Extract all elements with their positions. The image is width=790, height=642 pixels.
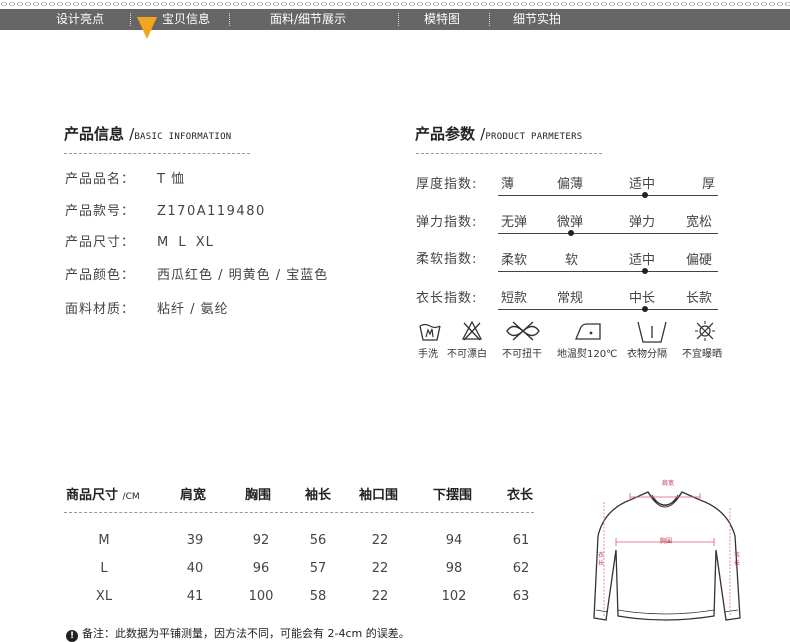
param-option: 无弹 bbox=[501, 215, 528, 230]
param-option: 软 bbox=[565, 253, 579, 268]
care-label: 不可扭干 bbox=[502, 349, 542, 360]
table-cell: 22 bbox=[371, 589, 389, 604]
table-cell: 102 bbox=[441, 589, 467, 604]
param-option: 中长 bbox=[629, 291, 656, 306]
size-table-header-hem: 下摆围 bbox=[433, 488, 473, 503]
care-label: 地温熨120℃ bbox=[557, 349, 618, 360]
size-note: ! 备注：此数据为平铺测量，因方法不同，可能会有 2-4cm 的误差。 bbox=[66, 625, 410, 642]
param-option: 常规 bbox=[557, 291, 584, 306]
info-row-material: 面料材质： 粘纤 / 氨纶 bbox=[65, 302, 229, 317]
divider bbox=[64, 153, 250, 154]
table-cell: 61 bbox=[512, 533, 530, 548]
param-option: 微弹 bbox=[557, 215, 584, 230]
size-table-header-size: 商品尺寸 /CM bbox=[66, 488, 140, 503]
param-option: 适中 bbox=[629, 253, 656, 268]
table-cell: 100 bbox=[248, 589, 274, 604]
info-icon: ! bbox=[66, 630, 78, 642]
table-cell: 63 bbox=[512, 589, 530, 604]
nav-item-fabric[interactable]: 面料/细节展示 bbox=[270, 9, 346, 30]
table-cell: 94 bbox=[445, 533, 463, 548]
param-option: 适中 bbox=[629, 177, 656, 192]
table-cell: 96 bbox=[252, 561, 270, 576]
size-table-header-sleeve: 袖长 bbox=[305, 488, 332, 503]
separate-wash-icon bbox=[637, 321, 667, 343]
table-cell: 41 bbox=[186, 589, 204, 604]
diagram-label-length-right: 衣长 bbox=[734, 552, 741, 567]
param-label-softness: 柔软指数: bbox=[416, 252, 478, 267]
param-indicator-dot bbox=[642, 192, 648, 198]
param-option: 弹力 bbox=[629, 215, 656, 230]
table-cell: M bbox=[98, 533, 110, 548]
table-cell: 40 bbox=[186, 561, 204, 576]
size-table-header-shoulder: 肩宽 bbox=[180, 488, 207, 503]
nav-separator bbox=[398, 13, 399, 26]
info-row-size: 产品尺寸： M L XL bbox=[65, 235, 214, 250]
param-option: 宽松 bbox=[686, 215, 713, 230]
table-cell: 98 bbox=[445, 561, 463, 576]
info-row-style: 产品款号： Z170A119480 bbox=[65, 204, 266, 219]
no-sun-dry-icon bbox=[695, 321, 715, 341]
nav-bar: 设计亮点 宝贝信息 面料/细节展示 模特图 细节实拍 bbox=[0, 9, 790, 30]
param-indicator-dot bbox=[642, 306, 648, 312]
param-option: 柔软 bbox=[501, 253, 528, 268]
no-wring-icon bbox=[506, 321, 540, 341]
size-table-header-cuff: 袖口围 bbox=[359, 488, 399, 503]
diagram-label-shoulder: 肩宽 bbox=[662, 480, 675, 487]
param-option: 偏硬 bbox=[686, 253, 713, 268]
param-scale-line bbox=[498, 271, 718, 272]
param-label-thickness: 厚度指数: bbox=[416, 177, 478, 192]
nav-item-details[interactable]: 细节实拍 bbox=[513, 9, 561, 30]
table-cell: XL bbox=[95, 589, 113, 604]
care-label: 衣物分隔 bbox=[627, 349, 667, 360]
table-cell: 92 bbox=[252, 533, 270, 548]
param-option: 薄 bbox=[501, 177, 515, 192]
table-cell: 39 bbox=[186, 533, 204, 548]
care-label: 不可漂白 bbox=[447, 349, 487, 360]
param-scale-line bbox=[498, 195, 718, 196]
param-option: 短款 bbox=[501, 291, 528, 306]
table-cell: 22 bbox=[371, 561, 389, 576]
param-option: 偏薄 bbox=[557, 177, 584, 192]
param-scale-line bbox=[498, 309, 718, 310]
table-cell: 62 bbox=[512, 561, 530, 576]
diagram-label-chest: 胸围 bbox=[660, 538, 673, 545]
param-option: 厚 bbox=[702, 177, 716, 192]
divider bbox=[416, 153, 602, 154]
nav-separator bbox=[489, 13, 490, 26]
param-label-length: 衣长指数: bbox=[416, 291, 478, 306]
param-label-elasticity: 弹力指数: bbox=[416, 215, 478, 230]
decorative-chain-border bbox=[0, 0, 790, 8]
param-indicator-dot bbox=[568, 230, 574, 236]
active-nav-indicator bbox=[137, 17, 157, 39]
info-row-color: 产品颜色： 西瓜红色 / 明黄色 / 宝蓝色 bbox=[65, 268, 329, 283]
divider bbox=[64, 512, 534, 513]
nav-separator bbox=[229, 13, 230, 26]
nav-item-model[interactable]: 模特图 bbox=[424, 9, 460, 30]
nav-separator bbox=[130, 13, 131, 26]
care-label: 手洗 bbox=[418, 349, 438, 360]
table-cell: L bbox=[100, 561, 108, 576]
diagram-label-length-left: 衣长 bbox=[598, 552, 605, 567]
no-bleach-icon bbox=[461, 320, 483, 341]
table-cell: 22 bbox=[371, 533, 389, 548]
hand-wash-icon bbox=[419, 323, 441, 341]
size-table-header-chest: 胸围 bbox=[245, 488, 272, 503]
low-iron-icon bbox=[575, 323, 601, 340]
table-cell: 56 bbox=[309, 533, 327, 548]
param-scale-line bbox=[498, 233, 718, 234]
size-table-header-length: 衣长 bbox=[507, 488, 534, 503]
param-indicator-dot bbox=[642, 268, 648, 274]
param-option: 长款 bbox=[686, 291, 713, 306]
table-cell: 58 bbox=[309, 589, 327, 604]
nav-item-product-info[interactable]: 宝贝信息 bbox=[162, 9, 210, 30]
product-info-title: 产品信息 /BASIC INFORMATION bbox=[64, 125, 232, 143]
table-cell: 57 bbox=[309, 561, 327, 576]
info-row-name: 产品品名： T 恤 bbox=[65, 172, 186, 187]
tshirt-measurement-diagram bbox=[593, 491, 741, 621]
nav-item-design[interactable]: 设计亮点 bbox=[56, 9, 104, 30]
care-label: 不宜曝晒 bbox=[682, 349, 722, 360]
product-params-title: 产品参数 /PRODUCT PARMETERS bbox=[415, 125, 583, 143]
